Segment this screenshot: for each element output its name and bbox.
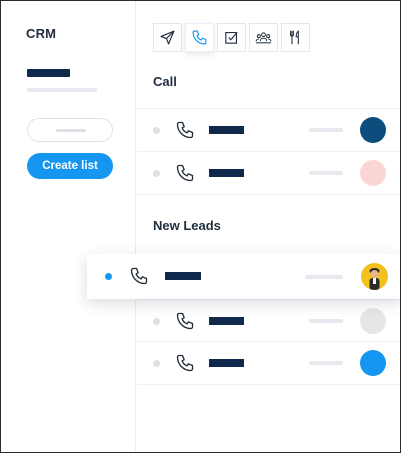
app-title: CRM — [26, 26, 57, 41]
status-dot — [153, 127, 160, 134]
status-dot — [153, 360, 160, 367]
fork-knife-icon — [290, 30, 299, 45]
section-title-new-leads: New Leads — [153, 218, 221, 233]
lead-row[interactable] — [137, 299, 400, 342]
contact-meta-placeholder — [309, 128, 343, 132]
phone-icon — [176, 354, 194, 372]
lead-row-highlighted[interactable] — [87, 254, 400, 299]
contact-name-placeholder — [209, 126, 244, 134]
avatar[interactable] — [360, 350, 386, 376]
contact-meta-placeholder — [309, 361, 343, 365]
phone-icon — [176, 312, 194, 330]
tool-send[interactable] — [153, 23, 182, 52]
tool-tasks[interactable] — [217, 23, 246, 52]
contact-name-placeholder — [209, 359, 244, 367]
toolbar — [153, 23, 310, 53]
tool-phone[interactable] — [185, 23, 214, 52]
tool-meals[interactable] — [281, 23, 310, 52]
phone-icon — [176, 164, 194, 182]
group-icon — [255, 32, 272, 44]
avatar-photo[interactable] — [361, 263, 388, 290]
crm-window: CRM Create list Call New Leads — [0, 0, 401, 453]
contact-meta-placeholder — [309, 319, 343, 323]
avatar[interactable] — [360, 308, 386, 334]
create-list-button[interactable]: Create list — [27, 153, 113, 179]
row-divider — [137, 194, 400, 195]
user-name-placeholder — [27, 69, 70, 77]
status-dot — [153, 170, 160, 177]
contact-meta-placeholder — [305, 275, 343, 279]
person-avatar-icon — [369, 268, 380, 290]
send-icon — [160, 30, 175, 45]
contact-name-placeholder — [209, 169, 244, 177]
call-row[interactable] — [137, 151, 400, 194]
checkbox-icon — [225, 31, 238, 44]
lead-row[interactable] — [137, 341, 400, 385]
avatar[interactable] — [360, 117, 386, 143]
secondary-button-label-placeholder — [56, 129, 86, 132]
section-title-call: Call — [153, 74, 177, 89]
status-dot — [153, 318, 160, 325]
phone-icon — [192, 30, 207, 45]
phone-icon — [176, 121, 194, 139]
contact-meta-placeholder — [309, 171, 343, 175]
contact-name-placeholder — [165, 272, 201, 280]
phone-icon — [130, 267, 148, 285]
tool-group[interactable] — [249, 23, 278, 52]
user-subtitle-placeholder — [27, 88, 97, 92]
secondary-button[interactable] — [27, 118, 113, 142]
sidebar: CRM Create list — [1, 1, 136, 452]
call-row[interactable] — [137, 108, 400, 151]
contact-name-placeholder — [209, 317, 244, 325]
avatar[interactable] — [360, 160, 386, 186]
status-dot-active — [105, 273, 112, 280]
